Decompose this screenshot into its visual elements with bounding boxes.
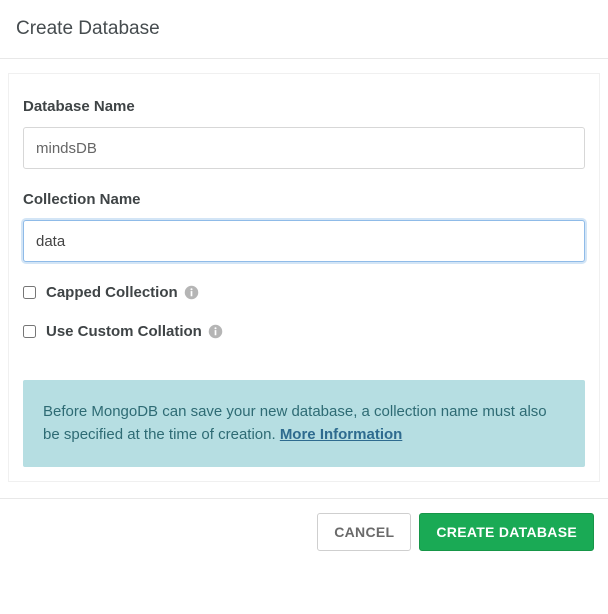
modal-body: Database Name Collection Name Capped Col… (8, 73, 600, 482)
info-icon[interactable] (208, 324, 223, 339)
database-name-group: Database Name (23, 98, 585, 169)
create-database-button[interactable]: CREATE DATABASE (419, 513, 594, 551)
more-information-link[interactable]: More Information (280, 426, 403, 443)
database-name-input[interactable] (23, 127, 585, 169)
header-divider (0, 58, 608, 59)
cancel-button[interactable]: CANCEL (317, 513, 411, 551)
collection-name-label: Collection Name (23, 191, 585, 208)
info-icon[interactable] (184, 285, 199, 300)
modal-title: Create Database (16, 18, 592, 40)
collection-name-group: Collection Name (23, 191, 585, 262)
custom-collation-checkbox[interactable] (23, 325, 36, 338)
collection-name-input[interactable] (23, 220, 585, 262)
modal-footer: CANCEL CREATE DATABASE (0, 498, 608, 551)
database-name-label: Database Name (23, 98, 585, 115)
capped-collection-label: Capped Collection (46, 284, 178, 301)
custom-collation-label: Use Custom Collation (46, 323, 202, 340)
modal-header: Create Database (0, 0, 608, 58)
capped-collection-checkbox[interactable] (23, 286, 36, 299)
capped-collection-row: Capped Collection (23, 284, 585, 301)
custom-collation-row: Use Custom Collation (23, 323, 585, 340)
info-notice: Before MongoDB can save your new databas… (23, 380, 585, 467)
